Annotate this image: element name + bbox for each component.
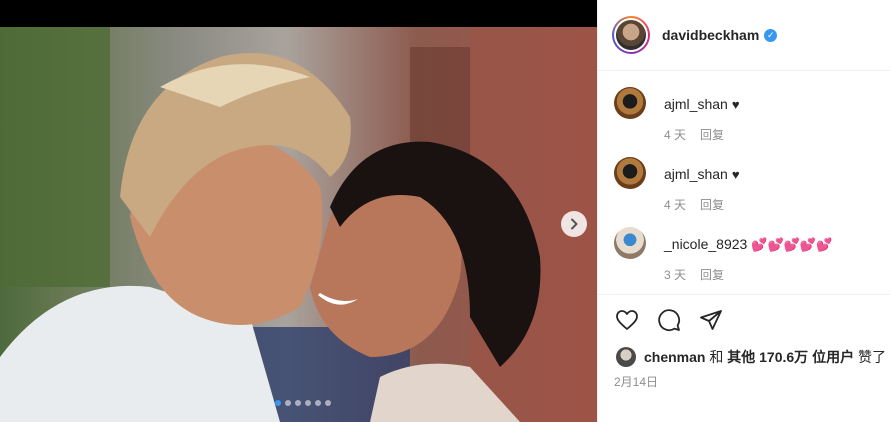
likes-others-link[interactable]: 其他 170.6万 位用户 <box>727 349 854 365</box>
next-slide-button[interactable] <box>561 211 587 237</box>
photo-illustration <box>0 27 597 422</box>
comment-item: ajml_shan ♥ 4 天回复 <box>598 157 890 227</box>
like-button[interactable] <box>614 307 640 333</box>
likes-suffix: 赞了 <box>854 349 886 365</box>
comment-username[interactable]: ajml_shan <box>664 166 728 182</box>
comment-item: ajml_shan ♥ 4 天回复 <box>598 87 890 157</box>
likes-connector: 和 <box>705 349 728 365</box>
comment-text: ♥ <box>731 97 740 112</box>
reply-button[interactable]: 回复 <box>700 128 724 142</box>
post-sidebar: davidbeckham ✓ ajml_shan ♥ 4 天回复 ajml_sha… <box>597 0 890 422</box>
likes-summary: chenman 和 其他 170.6万 位用户 赞了 <box>598 345 890 369</box>
commenter-avatar[interactable] <box>614 157 646 189</box>
carousel-dot <box>305 400 311 406</box>
comment-item: _nicole_8923 💕💕💕💕💕 3 天回复 <box>598 227 890 297</box>
likes-text: chenman 和 其他 170.6万 位用户 赞了 <box>644 347 886 367</box>
liker-username[interactable]: chenman <box>644 349 705 365</box>
carousel-dot <box>315 400 321 406</box>
post-header: davidbeckham ✓ <box>598 0 890 71</box>
comment-time: 3 天 <box>664 268 687 282</box>
comment-text: 💕💕💕💕💕 <box>751 237 833 252</box>
comment-bubble-icon <box>658 309 681 332</box>
comment-time: 4 天 <box>664 128 687 142</box>
comment-text: ♥ <box>731 167 740 182</box>
author-username[interactable]: davidbeckham <box>662 27 759 43</box>
carousel-dot <box>295 400 301 406</box>
comment-meta: 4 天回复 <box>664 196 890 213</box>
comment-username[interactable]: _nicole_8923 <box>664 236 747 252</box>
post-actions <box>598 295 890 345</box>
commenter-avatar[interactable] <box>614 87 646 119</box>
share-button[interactable] <box>698 307 724 333</box>
comment-meta: 3 天回复 <box>664 266 890 283</box>
liker-avatar[interactable] <box>616 347 636 367</box>
comment-line: ajml_shan ♥ <box>664 87 890 114</box>
post-date[interactable]: 2月14日 <box>598 373 890 390</box>
comment-line: ajml_shan ♥ <box>664 157 890 184</box>
comment-meta: 4 天回复 <box>664 126 890 143</box>
comments-list: ajml_shan ♥ 4 天回复 ajml_shan ♥ 4 天回复 _nicol… <box>598 71 890 295</box>
reply-button[interactable]: 回复 <box>700 268 724 282</box>
carousel-dots <box>275 400 331 406</box>
commenter-avatar[interactable] <box>614 227 646 259</box>
verified-badge-icon: ✓ <box>764 28 778 42</box>
comment-username[interactable]: ajml_shan <box>664 96 728 112</box>
reply-button[interactable]: 回复 <box>700 198 724 212</box>
comment-line: _nicole_8923 💕💕💕💕💕 <box>664 227 890 254</box>
photo-top-bar <box>0 0 597 27</box>
carousel-dot <box>275 400 281 406</box>
heart-outline-icon <box>616 310 638 330</box>
paper-plane-icon <box>700 310 722 330</box>
comment-time: 4 天 <box>664 198 687 212</box>
carousel-dot <box>285 400 291 406</box>
carousel-dot <box>325 400 331 406</box>
avatar-image <box>616 20 646 50</box>
post-photo-panel <box>0 0 597 422</box>
comment-button[interactable] <box>656 307 682 333</box>
post-photo[interactable] <box>0 27 597 422</box>
author-avatar[interactable] <box>612 16 650 54</box>
avatar-frame <box>614 18 648 52</box>
chevron-right-icon <box>571 218 578 230</box>
